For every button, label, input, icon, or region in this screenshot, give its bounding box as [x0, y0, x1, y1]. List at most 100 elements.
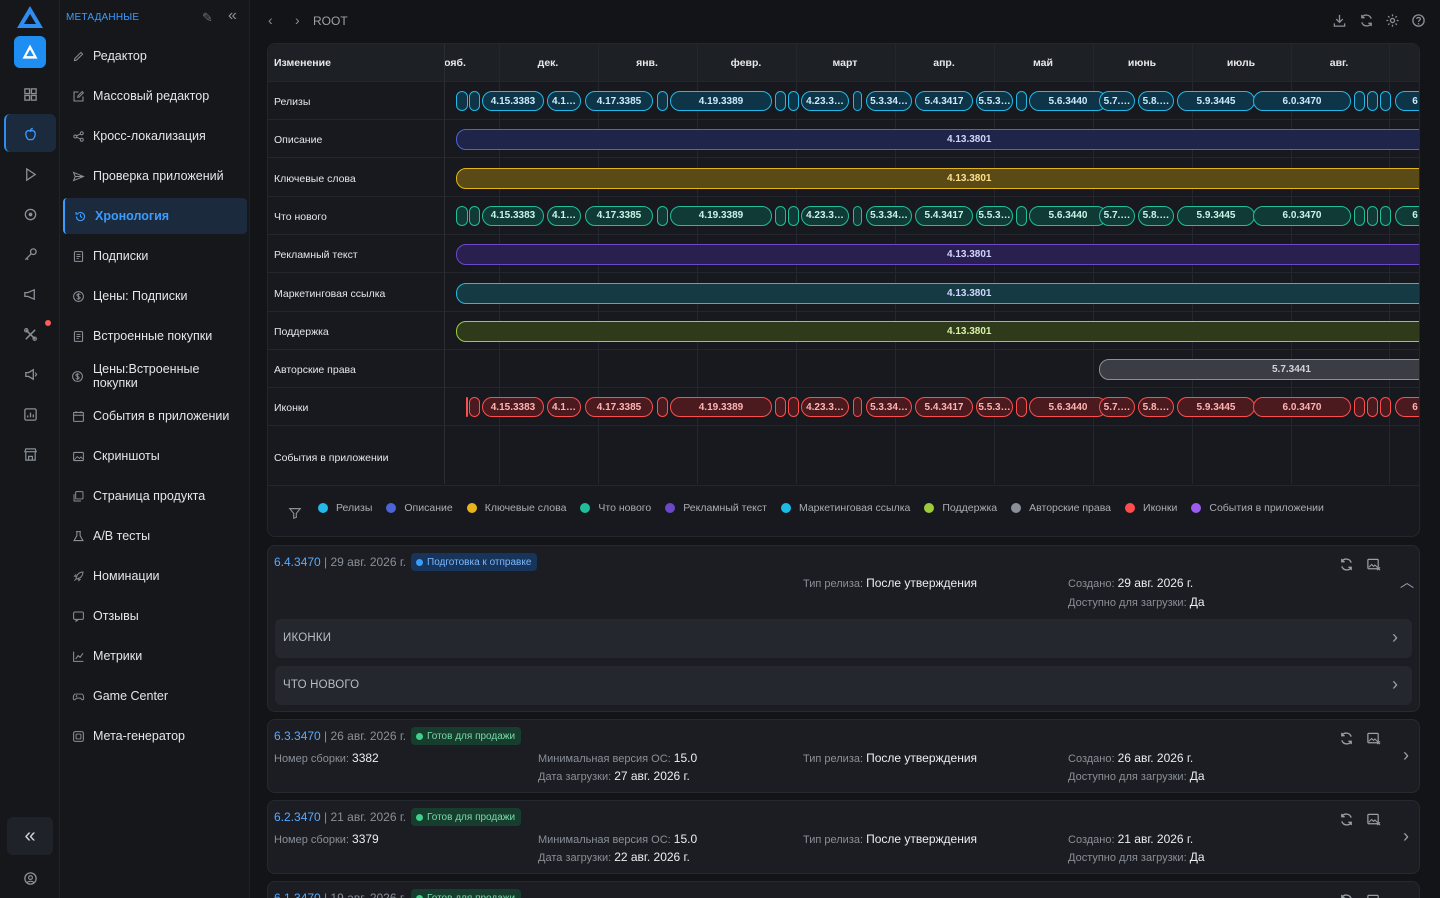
sidebar-item[interactable]: Скриншоты: [63, 438, 247, 474]
refresh-icon[interactable]: [1339, 893, 1355, 898]
timeline-release-segment[interactable]: [853, 205, 862, 226]
sidebar-item[interactable]: Встроенные покупки: [63, 318, 247, 354]
legend-item[interactable]: Иконки: [1125, 502, 1177, 514]
legend-item[interactable]: Ключевые слова: [466, 502, 566, 514]
back-arrow-icon[interactable]: ‹: [268, 12, 273, 28]
timeline-release-segment[interactable]: [469, 397, 480, 418]
legend-item[interactable]: Маркетинговая ссылка: [780, 502, 910, 514]
timeline-release-segment[interactable]: [456, 91, 468, 111]
sidebar-item[interactable]: Мета-генератор: [63, 718, 247, 754]
timeline-release-segment[interactable]: 4.17.3385: [585, 91, 653, 111]
timeline-release-segment[interactable]: [1380, 205, 1391, 226]
collapse-rail-button[interactable]: «: [7, 817, 53, 855]
timeline-release-segment[interactable]: [1367, 205, 1378, 226]
release-version[interactable]: 6.3.3470: [274, 729, 321, 743]
sidebar-item[interactable]: События в приложении: [63, 398, 247, 434]
release-version-link[interactable]: 6.3.3470 | 26 авг. 2026 г.: [274, 729, 406, 743]
sidebar-item[interactable]: Отзывы: [63, 598, 247, 634]
timeline-release-segment[interactable]: 5.6.3440: [1029, 397, 1107, 418]
timeline-release-segment[interactable]: 5.7.…: [1099, 91, 1135, 111]
timeline-release-segment[interactable]: 6: [1395, 205, 1419, 226]
timeline-release-segment[interactable]: 4.15.3383: [482, 91, 544, 111]
collapse-chevron-icon[interactable]: ︿: [1400, 572, 1414, 592]
expand-chevron-icon[interactable]: ›: [1403, 745, 1409, 766]
release-card[interactable]: 6.3.3470 | 26 авг. 2026 г. Готов для прод…: [267, 719, 1420, 793]
tools-icon[interactable]: [20, 324, 40, 344]
timeline-release-segment[interactable]: [456, 205, 468, 226]
timeline-change-bar[interactable]: 4.13.3801: [456, 167, 1419, 189]
refresh-icon[interactable]: [1359, 13, 1375, 29]
timeline-release-segment[interactable]: [1016, 397, 1027, 418]
refresh-icon[interactable]: [1339, 812, 1355, 828]
timeline-release-segment[interactable]: 5.9.3445: [1177, 205, 1255, 226]
timeline-release-segment[interactable]: 5.3.34…: [866, 397, 912, 418]
timeline-release-segment[interactable]: [657, 91, 668, 111]
sidebar-item[interactable]: Метрики: [63, 638, 247, 674]
release-card[interactable]: 6.4.3470 | 29 авг. 2026 г. Подготовка к о…: [267, 545, 1420, 712]
timeline-release-segment[interactable]: [469, 205, 480, 226]
timeline-release-segment[interactable]: 6.0.3470: [1253, 397, 1351, 418]
timeline-release-segment[interactable]: [788, 205, 799, 226]
sidebar-item[interactable]: Страница продукта: [63, 478, 247, 514]
sidebar-item[interactable]: Хронология: [63, 198, 247, 234]
timeline-release-segment[interactable]: 5.5.3…: [976, 91, 1013, 111]
timeline-release-segment[interactable]: 6.0.3470: [1253, 205, 1351, 226]
timeline-release-segment[interactable]: [1367, 91, 1378, 111]
sidebar-item[interactable]: Проверка приложений: [63, 158, 247, 194]
legend-item[interactable]: Рекламный текст: [665, 502, 767, 514]
timeline-release-segment[interactable]: 5.9.3445: [1177, 397, 1255, 418]
analytics-icon[interactable]: [20, 404, 40, 424]
timeline-change-bar[interactable]: 4.13.3801: [456, 282, 1419, 304]
release-version-link[interactable]: 6.4.3470 | 29 авг. 2026 г.: [274, 555, 406, 569]
timeline-release-segment[interactable]: 5.7.…: [1099, 205, 1135, 226]
breadcrumb[interactable]: ROOT: [313, 14, 348, 28]
timeline-release-segment[interactable]: 4.19.3389: [670, 397, 772, 418]
sidebar-item[interactable]: A/B тесты: [63, 518, 247, 554]
timeline-release-segment[interactable]: [775, 91, 786, 111]
timeline-release-segment[interactable]: 5.8.…: [1138, 205, 1174, 226]
timeline-release-segment[interactable]: [775, 205, 786, 226]
key-icon[interactable]: [20, 244, 40, 264]
timeline-release-segment[interactable]: 5.6.3440: [1029, 91, 1107, 111]
timeline-release-segment[interactable]: [853, 91, 862, 111]
timeline-release-segment[interactable]: 5.3.34…: [866, 205, 912, 226]
image-remove-icon[interactable]: [1366, 557, 1382, 573]
timeline-release-segment[interactable]: 4.1…: [547, 397, 581, 418]
release-card[interactable]: 6.1.3470 | 19 авг. 2026 г. Готов для прод…: [267, 881, 1420, 898]
broadcast-icon[interactable]: [20, 364, 40, 384]
timeline-release-segment[interactable]: [657, 205, 668, 226]
timeline-release-segment[interactable]: 5.5.3…: [976, 205, 1013, 226]
timeline-release-segment[interactable]: 5.4.3417: [915, 205, 973, 226]
timeline-release-segment[interactable]: 5.9.3445: [1177, 91, 1255, 111]
timeline-change-bar[interactable]: 4.13.3801: [456, 320, 1419, 342]
eye-icon[interactable]: [20, 204, 40, 224]
change-section-row[interactable]: ИКОНКИ ›: [275, 619, 1412, 658]
timeline-release-segment[interactable]: 4.1…: [547, 205, 581, 226]
forward-arrow-icon[interactable]: ›: [295, 12, 300, 28]
change-section-row[interactable]: ЧТО НОВОГО ›: [275, 666, 1412, 705]
expand-chevron-icon[interactable]: ›: [1403, 826, 1409, 847]
timeline-release-segment[interactable]: 6: [1395, 397, 1419, 418]
timeline-release-segment[interactable]: 4.15.3383: [482, 205, 544, 226]
apple-icon[interactable]: [20, 124, 40, 144]
brand-logo-icon[interactable]: [14, 5, 46, 29]
edit-pencil-icon[interactable]: ✎: [202, 10, 213, 26]
app-avatar-icon[interactable]: [14, 36, 46, 68]
timeline-release-segment[interactable]: [788, 91, 799, 111]
download-icon[interactable]: [1332, 13, 1348, 29]
legend-item[interactable]: Что нового: [580, 502, 651, 514]
timeline-release-segment[interactable]: 4.17.3385: [585, 397, 653, 418]
release-version-link[interactable]: 6.1.3470 | 19 авг. 2026 г.: [274, 891, 406, 898]
collapse-sidebar-button[interactable]: «: [228, 7, 237, 25]
timeline-release-segment[interactable]: [1354, 397, 1365, 418]
timeline-release-segment[interactable]: [775, 397, 786, 418]
timeline-release-segment[interactable]: [1354, 91, 1365, 111]
timeline-release-segment[interactable]: 5.8.…: [1138, 91, 1174, 111]
apps-grid-icon[interactable]: [20, 84, 40, 104]
timeline-release-segment[interactable]: 5.5.3…: [976, 397, 1013, 418]
timeline-release-segment[interactable]: 4.15.3383: [482, 397, 544, 418]
sidebar-item[interactable]: Подписки: [63, 238, 247, 274]
sidebar-item[interactable]: Цены: Подписки: [63, 278, 247, 314]
timeline-release-segment[interactable]: [1354, 205, 1365, 226]
legend-item[interactable]: Поддержка: [924, 502, 997, 514]
